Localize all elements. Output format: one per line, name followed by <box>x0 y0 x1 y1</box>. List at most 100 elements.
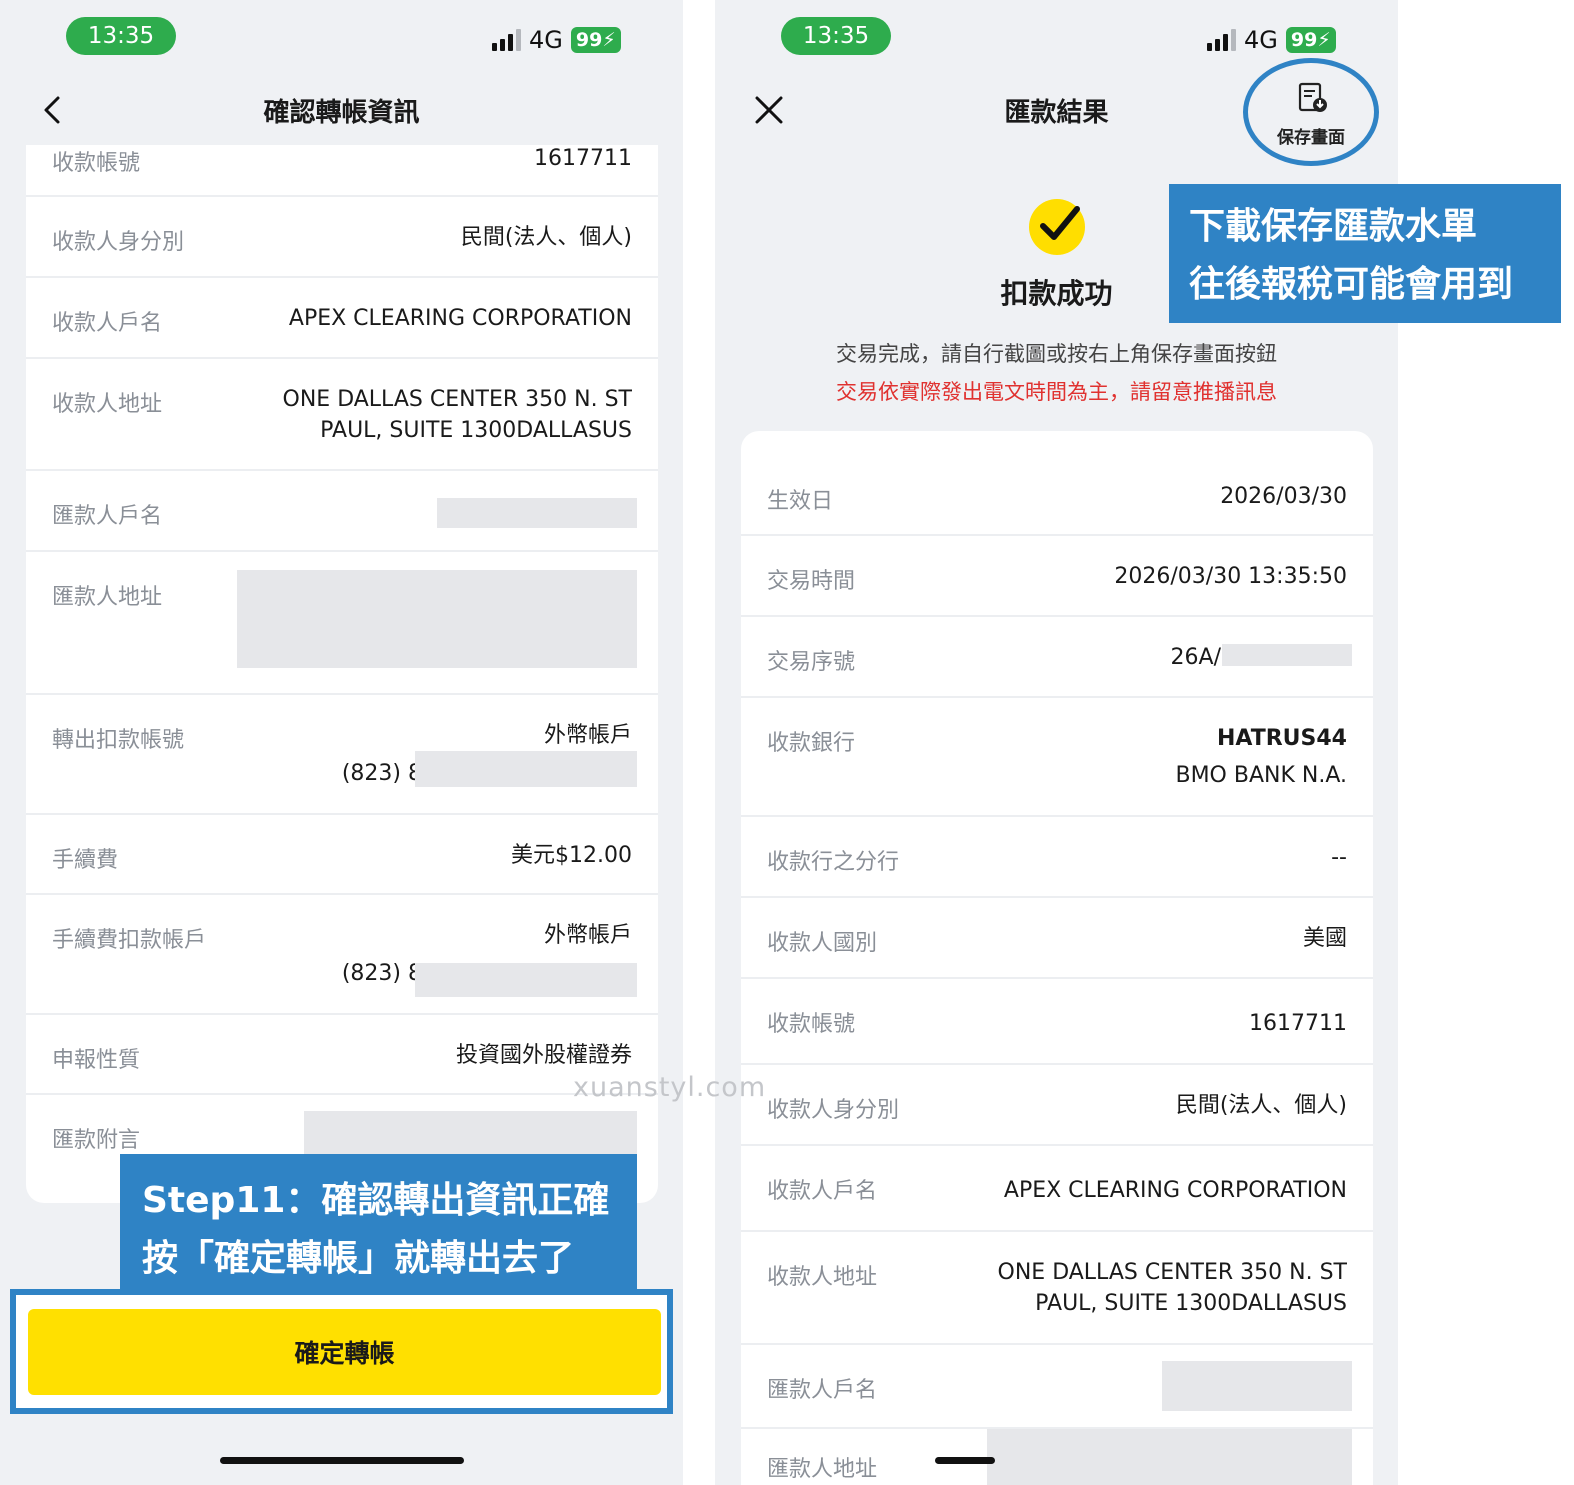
row-label: 收款人戶名 <box>767 1179 878 1204</box>
row-label: 手續費 <box>52 848 119 873</box>
row-declaration: 申報性質 投資國外股權證券 <box>26 1015 658 1095</box>
row-value: ONE DALLAS CENTER 350 N. ST PAUL, SUITE … <box>998 1257 1347 1319</box>
status-indicators: 4G 99⚡ <box>492 26 621 54</box>
address-line-2: PAUL, SUITE 1300DALLASUS <box>1035 1291 1347 1316</box>
row-value: 1617711 <box>1249 1011 1347 1036</box>
row-label: 匯款人戶名 <box>52 504 163 529</box>
row-payee-country: 收款人國別 美國 <box>741 898 1373 979</box>
row-label: 收款人身分別 <box>767 1098 900 1123</box>
row-value: 美元$12.00 <box>511 843 632 868</box>
battery-level: 99 <box>1290 29 1318 51</box>
step-annotation-line-2: 按「確定轉帳」就轉出去了 <box>142 1238 575 1279</box>
row-label: 匯款人地址 <box>52 585 163 610</box>
row-label: 匯款人戶名 <box>767 1378 878 1403</box>
row-remitter-address: 匯款人地址 <box>741 1429 1373 1485</box>
step-annotation: Step11：確認轉出資訊正確 按「確定轉帳」就轉出去了 <box>120 1154 637 1294</box>
save-document-icon <box>1298 82 1327 112</box>
row-label: 生效日 <box>767 489 834 514</box>
home-indicator <box>220 1457 464 1464</box>
confirm-button-highlight: 確定轉帳 <box>10 1289 673 1414</box>
address-line-1: ONE DALLAS CENTER 350 N. ST <box>997 1260 1347 1285</box>
row-payee-identity: 收款人身分別 民間(法人、個人) <box>741 1065 1373 1146</box>
address-line-1: ONE DALLAS CENTER 350 N. ST <box>282 387 632 412</box>
save-screen-label: 保存畫面 <box>1277 128 1345 148</box>
row-payee-name: 收款人戶名 APEX CLEARING CORPORATION <box>26 278 658 359</box>
redacted-value <box>415 751 637 787</box>
network-type: 4G <box>1244 26 1278 54</box>
row-payee-address: 收款人地址 ONE DALLAS CENTER 350 N. ST PAUL, … <box>741 1232 1373 1345</box>
save-tip-line-1: 下載保存匯款水單 <box>1189 206 1478 247</box>
account-number: (823) 8 <box>341 961 422 986</box>
row-label: 匯款人地址 <box>767 1457 878 1482</box>
row-fee-account: 手續費扣款帳戶 外幣帳戶 (823) 8 <box>26 895 658 1015</box>
row-remitter-name: 匯款人戶名 <box>26 471 658 552</box>
row-remitter-name: 匯款人戶名 <box>741 1345 1373 1429</box>
row-label: 收款人國別 <box>767 931 878 956</box>
status-time: 13:35 <box>66 17 176 55</box>
network-type: 4G <box>529 26 563 54</box>
save-screen-button[interactable]: 保存畫面 <box>1243 58 1379 166</box>
row-label: 手續費扣款帳戶 <box>52 928 207 953</box>
row-value: 民間(法人、個人) <box>1175 1093 1347 1118</box>
battery-icon: 99⚡ <box>1285 27 1336 53</box>
address-line-2: PAUL, SUITE 1300DALLASUS <box>320 418 632 443</box>
row-label: 收款行之分行 <box>767 850 900 875</box>
row-debit-account: 轉出扣款帳號 外幣帳戶 (823) 8 <box>26 695 658 815</box>
row-value: APEX CLEARING CORPORATION <box>288 306 632 331</box>
bank-name: BMO BANK N.A. <box>1175 763 1347 788</box>
home-indicator <box>935 1457 995 1464</box>
row-label: 收款人地址 <box>767 1265 878 1290</box>
row-value: 2026/03/30 13:35:50 <box>1114 564 1347 589</box>
redacted-value <box>1162 1361 1352 1411</box>
battery-level: 99 <box>575 29 603 51</box>
row-value: 1617711 <box>534 146 632 171</box>
row-remitter-address: 匯款人地址 <box>26 552 658 695</box>
row-payee-account: 收款帳號 1617711 <box>741 979 1373 1065</box>
account-type: 外幣帳戶 <box>543 723 632 748</box>
row-branch: 收款行之分行 -- <box>741 817 1373 898</box>
row-value: APEX CLEARING CORPORATION <box>1003 1178 1347 1203</box>
success-instruction: 交易完成，請自行截圖或按右上角保存畫面按鈕 <box>836 342 1277 366</box>
row-label: 收款人地址 <box>52 392 163 417</box>
row-fee: 手續費 美元$12.00 <box>26 815 658 895</box>
success-title: 扣款成功 <box>1000 277 1113 310</box>
battery-icon: 99⚡ <box>570 27 621 53</box>
status-time: 13:35 <box>781 17 891 55</box>
account-number: (823) 8 <box>341 761 422 786</box>
signal-icon <box>492 29 521 51</box>
row-payee-account: 收款帳號 1617711 <box>26 145 658 197</box>
redacted-value <box>987 1429 1352 1485</box>
row-payee-identity: 收款人身分別 民間(法人、個人) <box>26 197 658 278</box>
account-type: 外幣帳戶 <box>543 923 632 948</box>
row-label: 收款帳號 <box>767 1012 856 1037</box>
watermark: xuanstyl.com <box>573 1072 767 1103</box>
row-transaction-time: 交易時間 2026/03/30 13:35:50 <box>741 536 1373 617</box>
result-details-card: 生效日 2026/03/30 交易時間 2026/03/30 13:35:50 … <box>741 431 1373 1485</box>
row-value: 2026/03/30 <box>1220 484 1347 509</box>
redacted-value <box>1222 644 1352 666</box>
row-effective-date: 生效日 2026/03/30 <box>741 431 1373 536</box>
confirm-transfer-screen: 13:35 4G 99⚡ 確認轉帳資訊 收款帳號 1617711 收款人身分別 … <box>0 0 683 1485</box>
page-title: 確認轉帳資訊 <box>263 98 420 128</box>
confirm-transfer-button[interactable]: 確定轉帳 <box>28 1309 661 1395</box>
redacted-value <box>237 570 637 668</box>
row-payee-name: 收款人戶名 APEX CLEARING CORPORATION <box>741 1146 1373 1232</box>
row-label: 收款人戶名 <box>52 311 163 336</box>
row-value: -- <box>1331 845 1347 870</box>
row-value: ONE DALLAS CENTER 350 N. ST PAUL, SUITE … <box>283 384 632 446</box>
row-value: 26A/ <box>1170 645 1221 670</box>
redacted-value <box>415 963 637 997</box>
row-label: 收款人身分別 <box>52 230 185 255</box>
redacted-value <box>437 498 637 528</box>
bank-swift: HATRUS44 <box>1216 726 1347 751</box>
row-label: 匯款附言 <box>52 1128 141 1153</box>
row-transaction-number: 交易序號 26A/ <box>741 617 1373 698</box>
success-warning: 交易依實際發出電文時間為主，請留意推播訊息 <box>836 380 1277 404</box>
transfer-details-card: 收款帳號 1617711 收款人身分別 民間(法人、個人) 收款人戶名 APEX… <box>26 145 658 1203</box>
row-value: 民間(法人、個人) <box>460 225 632 250</box>
row-value: 投資國外股權證券 <box>455 1043 632 1068</box>
row-payee-bank: 收款銀行 HATRUS44 BMO BANK N.A. <box>741 698 1373 817</box>
row-label: 收款銀行 <box>767 731 856 756</box>
status-indicators: 4G 99⚡ <box>1207 26 1336 54</box>
signal-icon <box>1207 29 1236 51</box>
